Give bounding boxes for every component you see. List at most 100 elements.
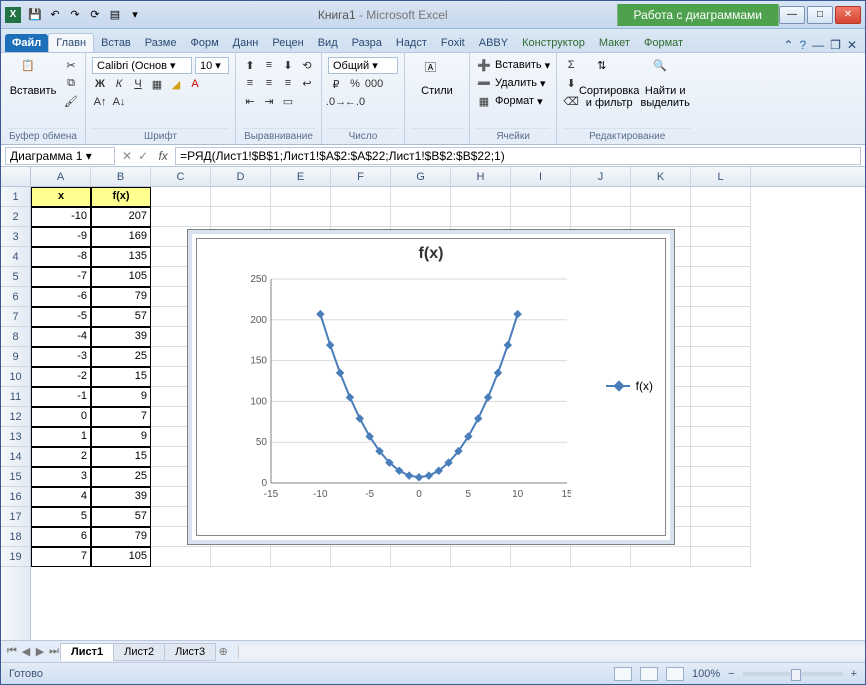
- row-header[interactable]: 1: [1, 187, 30, 207]
- row-header[interactable]: 6: [1, 287, 30, 307]
- align-middle-icon[interactable]: ≡: [261, 57, 277, 73]
- doc-minimize-icon[interactable]: —: [812, 38, 824, 52]
- copy-icon[interactable]: ⧉: [63, 75, 79, 91]
- cell[interactable]: [691, 367, 751, 387]
- close-button[interactable]: ✕: [835, 6, 861, 24]
- cut-icon[interactable]: ✂: [63, 57, 79, 73]
- align-top-icon[interactable]: ⬆: [242, 57, 258, 73]
- cell[interactable]: 5: [31, 507, 91, 527]
- sheet-tab-1[interactable]: Лист1: [60, 643, 114, 661]
- formula-input[interactable]: =РЯД(Лист1!$B$1;Лист1!$A$2:$A$22;Лист1!$…: [175, 147, 861, 165]
- col-header-D[interactable]: D: [211, 167, 271, 186]
- align-center-icon[interactable]: ≡: [261, 75, 277, 91]
- row-header[interactable]: 10: [1, 367, 30, 387]
- cell[interactable]: [451, 547, 511, 567]
- col-header-E[interactable]: E: [271, 167, 331, 186]
- enter-formula-icon[interactable]: ✓: [135, 149, 151, 163]
- wrap-text-icon[interactable]: ↩: [299, 75, 315, 91]
- cell[interactable]: 79: [91, 287, 151, 307]
- cell[interactable]: [691, 547, 751, 567]
- doc-close-icon[interactable]: ✕: [847, 38, 857, 52]
- col-header-F[interactable]: F: [331, 167, 391, 186]
- refresh-icon[interactable]: ⟳: [87, 7, 103, 23]
- cell[interactable]: [691, 507, 751, 527]
- cell[interactable]: [331, 547, 391, 567]
- cell[interactable]: [691, 287, 751, 307]
- cell[interactable]: 9: [91, 387, 151, 407]
- cells-area[interactable]: xf(x)-10207-9169-8135-7105-679-557-439-3…: [31, 187, 865, 640]
- format-painter-icon[interactable]: 🖌: [63, 93, 79, 109]
- merge-icon[interactable]: ▭: [280, 93, 296, 109]
- cell[interactable]: 105: [91, 547, 151, 567]
- cell[interactable]: 15: [91, 367, 151, 387]
- col-header-H[interactable]: H: [451, 167, 511, 186]
- view-page-layout-icon[interactable]: [640, 667, 658, 681]
- cell[interactable]: [571, 207, 631, 227]
- cell[interactable]: -5: [31, 307, 91, 327]
- cell[interactable]: [631, 207, 691, 227]
- italic-button[interactable]: К: [111, 76, 127, 92]
- maximize-button[interactable]: □: [807, 6, 833, 24]
- find-select-button[interactable]: 🔍 Найти и выделить: [639, 57, 691, 111]
- cell[interactable]: 4: [31, 487, 91, 507]
- cancel-formula-icon[interactable]: ✕: [119, 149, 135, 163]
- number-format-select[interactable]: Общий ▾: [328, 57, 398, 74]
- cell[interactable]: x: [31, 187, 91, 207]
- zoom-in-icon[interactable]: +: [851, 668, 857, 680]
- cell[interactable]: 39: [91, 487, 151, 507]
- cell[interactable]: -7: [31, 267, 91, 287]
- cell[interactable]: [391, 187, 451, 207]
- plot-area[interactable]: 050100150200250-15-10-5051015: [241, 275, 571, 503]
- cell[interactable]: [631, 547, 691, 567]
- cell[interactable]: 15: [91, 447, 151, 467]
- cell[interactable]: [211, 187, 271, 207]
- cell[interactable]: 7: [91, 407, 151, 427]
- cell[interactable]: -3: [31, 347, 91, 367]
- doc-restore-icon[interactable]: ❐: [830, 38, 841, 52]
- autosum-icon[interactable]: Σ: [563, 57, 579, 73]
- cell[interactable]: [211, 207, 271, 227]
- cell[interactable]: -1: [31, 387, 91, 407]
- border-button[interactable]: ▦: [149, 76, 165, 92]
- col-header-J[interactable]: J: [571, 167, 631, 186]
- cell[interactable]: [691, 207, 751, 227]
- sheet-nav-first-icon[interactable]: ⏮: [5, 645, 19, 658]
- increase-decimal-icon[interactable]: .0→: [328, 94, 344, 110]
- row-header[interactable]: 4: [1, 247, 30, 267]
- currency-icon[interactable]: ₽: [328, 76, 344, 92]
- cell[interactable]: f(x): [91, 187, 151, 207]
- chart-legend[interactable]: f(x): [606, 379, 653, 393]
- cell[interactable]: [511, 187, 571, 207]
- col-header-G[interactable]: G: [391, 167, 451, 186]
- cell[interactable]: -10: [31, 207, 91, 227]
- cell[interactable]: 169: [91, 227, 151, 247]
- cell[interactable]: [571, 187, 631, 207]
- cell[interactable]: [691, 387, 751, 407]
- cell[interactable]: 2: [31, 447, 91, 467]
- cell[interactable]: 135: [91, 247, 151, 267]
- cell[interactable]: [691, 267, 751, 287]
- cell[interactable]: [691, 247, 751, 267]
- cell[interactable]: [271, 207, 331, 227]
- decrease-indent-icon[interactable]: ⇤: [242, 93, 258, 109]
- row-header[interactable]: 3: [1, 227, 30, 247]
- print-icon[interactable]: ▤: [107, 7, 123, 23]
- cell[interactable]: 0: [31, 407, 91, 427]
- font-name-select[interactable]: Calibri (Основ ▾: [92, 57, 192, 74]
- ribbon-collapse-icon[interactable]: ⌃: [783, 38, 793, 52]
- row-header[interactable]: 7: [1, 307, 30, 327]
- sort-filter-button[interactable]: ⇅ Сортировка и фильтр: [583, 57, 635, 111]
- tab-addins[interactable]: Надст: [389, 34, 434, 52]
- fill-color-button[interactable]: ◢: [168, 76, 184, 92]
- qat-more-icon[interactable]: ▾: [127, 7, 143, 23]
- cell[interactable]: [451, 207, 511, 227]
- select-all-corner[interactable]: [1, 167, 31, 186]
- cell[interactable]: [391, 207, 451, 227]
- cell[interactable]: [691, 407, 751, 427]
- font-size-select[interactable]: 10 ▾: [195, 57, 229, 74]
- sheet-nav-prev-icon[interactable]: ◀: [19, 645, 33, 658]
- col-header-L[interactable]: L: [691, 167, 751, 186]
- row-header[interactable]: 17: [1, 507, 30, 527]
- tab-file[interactable]: Файл: [5, 34, 48, 52]
- row-header[interactable]: 13: [1, 427, 30, 447]
